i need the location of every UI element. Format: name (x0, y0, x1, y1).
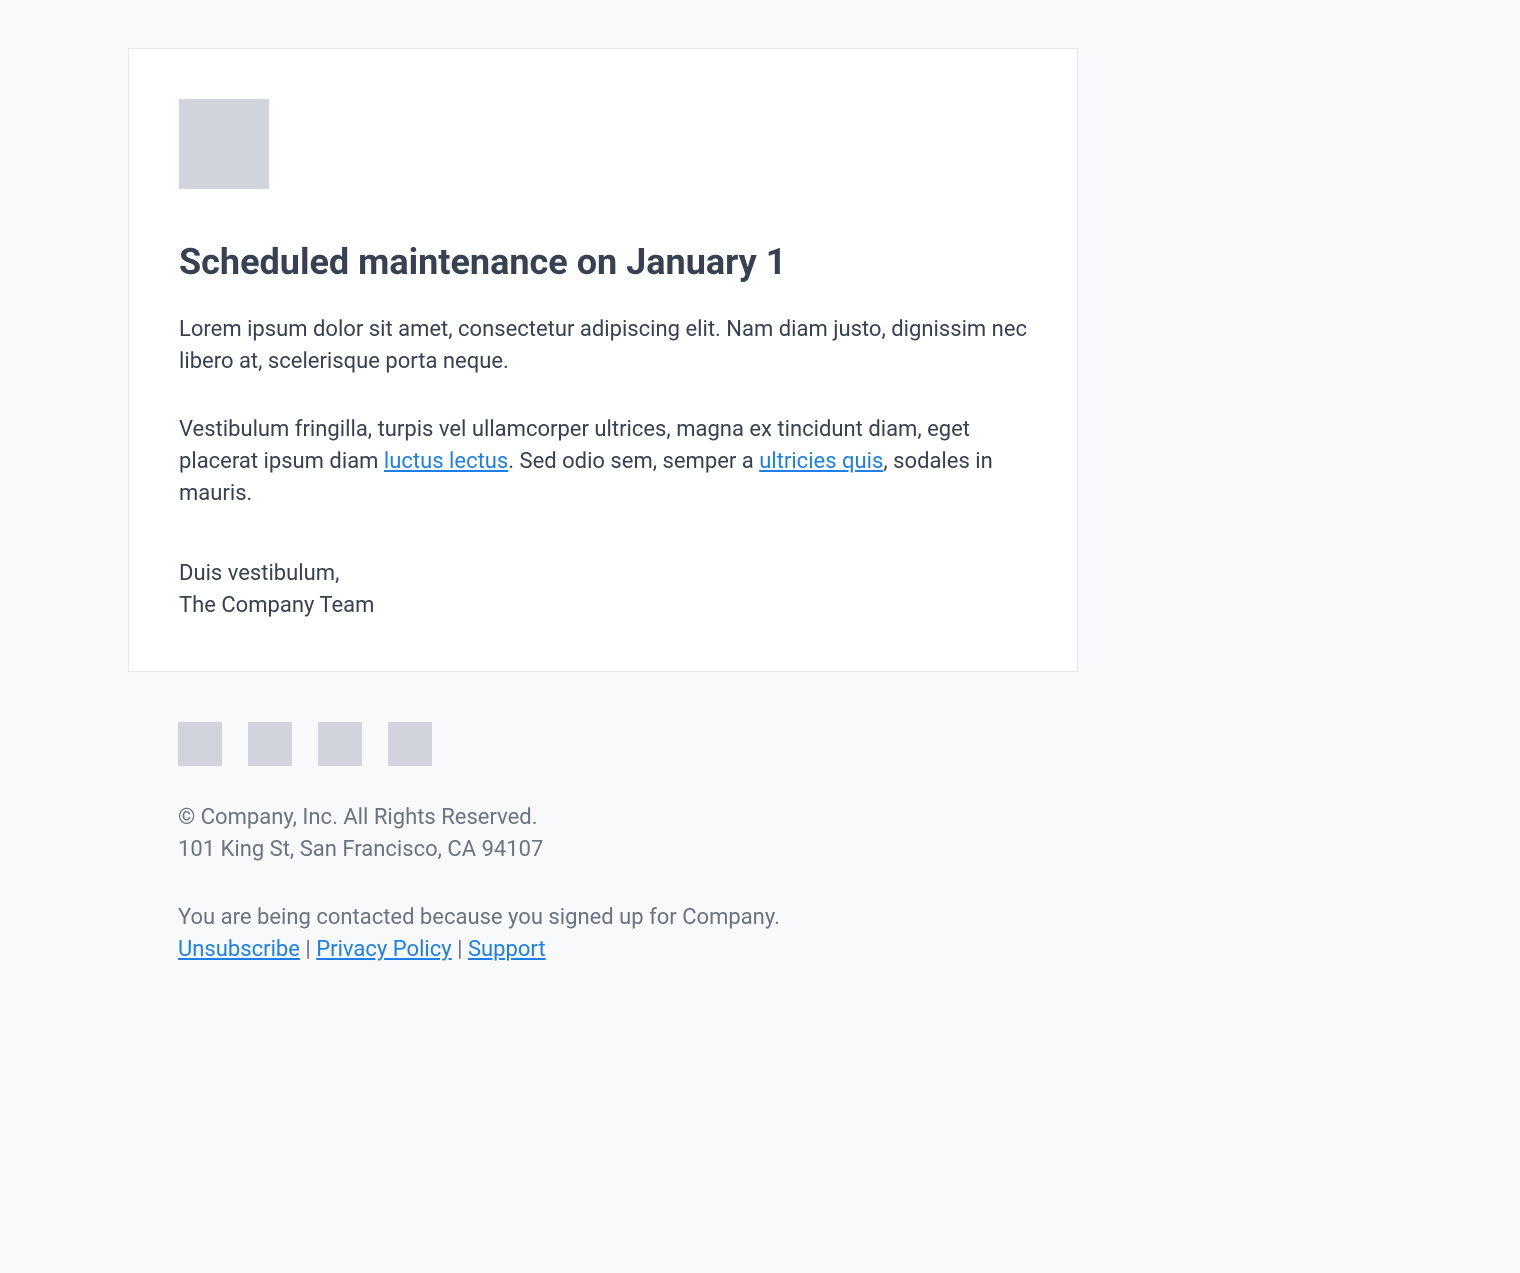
separator: | (452, 937, 468, 962)
social-icon-3[interactable] (318, 722, 362, 766)
email-paragraph-2: Vestibulum fringilla, turpis vel ullamco… (179, 414, 1027, 510)
separator: | (300, 937, 316, 962)
logo-placeholder (179, 99, 269, 189)
footer-legal: You are being contacted because you sign… (178, 902, 1028, 966)
support-link[interactable]: Support (468, 937, 546, 962)
email-signoff: Duis vestibulum, The Company Team (179, 558, 1027, 622)
ultricies-quis-link[interactable]: ultricies quis (759, 449, 883, 474)
signoff-line-2: The Company Team (179, 590, 1027, 622)
social-icons-row (178, 722, 1028, 766)
social-icon-4[interactable] (388, 722, 432, 766)
email-card: Scheduled maintenance on January 1 Lorem… (128, 48, 1078, 672)
privacy-policy-link[interactable]: Privacy Policy (316, 937, 451, 962)
footer-copyright: © Company, Inc. All Rights Reserved. (178, 802, 1028, 834)
footer-contact-reason: You are being contacted because you sign… (178, 902, 1028, 934)
email-body: Lorem ipsum dolor sit amet, consectetur … (179, 314, 1027, 509)
paragraph-text: . Sed odio sem, semper a (508, 449, 759, 474)
footer-address: 101 King St, San Francisco, CA 94107 (178, 834, 1028, 866)
signoff-line-1: Duis vestibulum, (179, 558, 1027, 590)
social-icon-2[interactable] (248, 722, 292, 766)
unsubscribe-link[interactable]: Unsubscribe (178, 937, 300, 962)
footer-company-info: © Company, Inc. All Rights Reserved. 101… (178, 802, 1028, 866)
footer-links-row: Unsubscribe | Privacy Policy | Support (178, 934, 1028, 966)
social-icon-1[interactable] (178, 722, 222, 766)
email-title: Scheduled maintenance on January 1 (179, 241, 1027, 284)
email-paragraph-1: Lorem ipsum dolor sit amet, consectetur … (179, 314, 1027, 378)
luctus-lectus-link[interactable]: luctus lectus (384, 449, 508, 474)
email-footer: © Company, Inc. All Rights Reserved. 101… (128, 672, 1078, 966)
